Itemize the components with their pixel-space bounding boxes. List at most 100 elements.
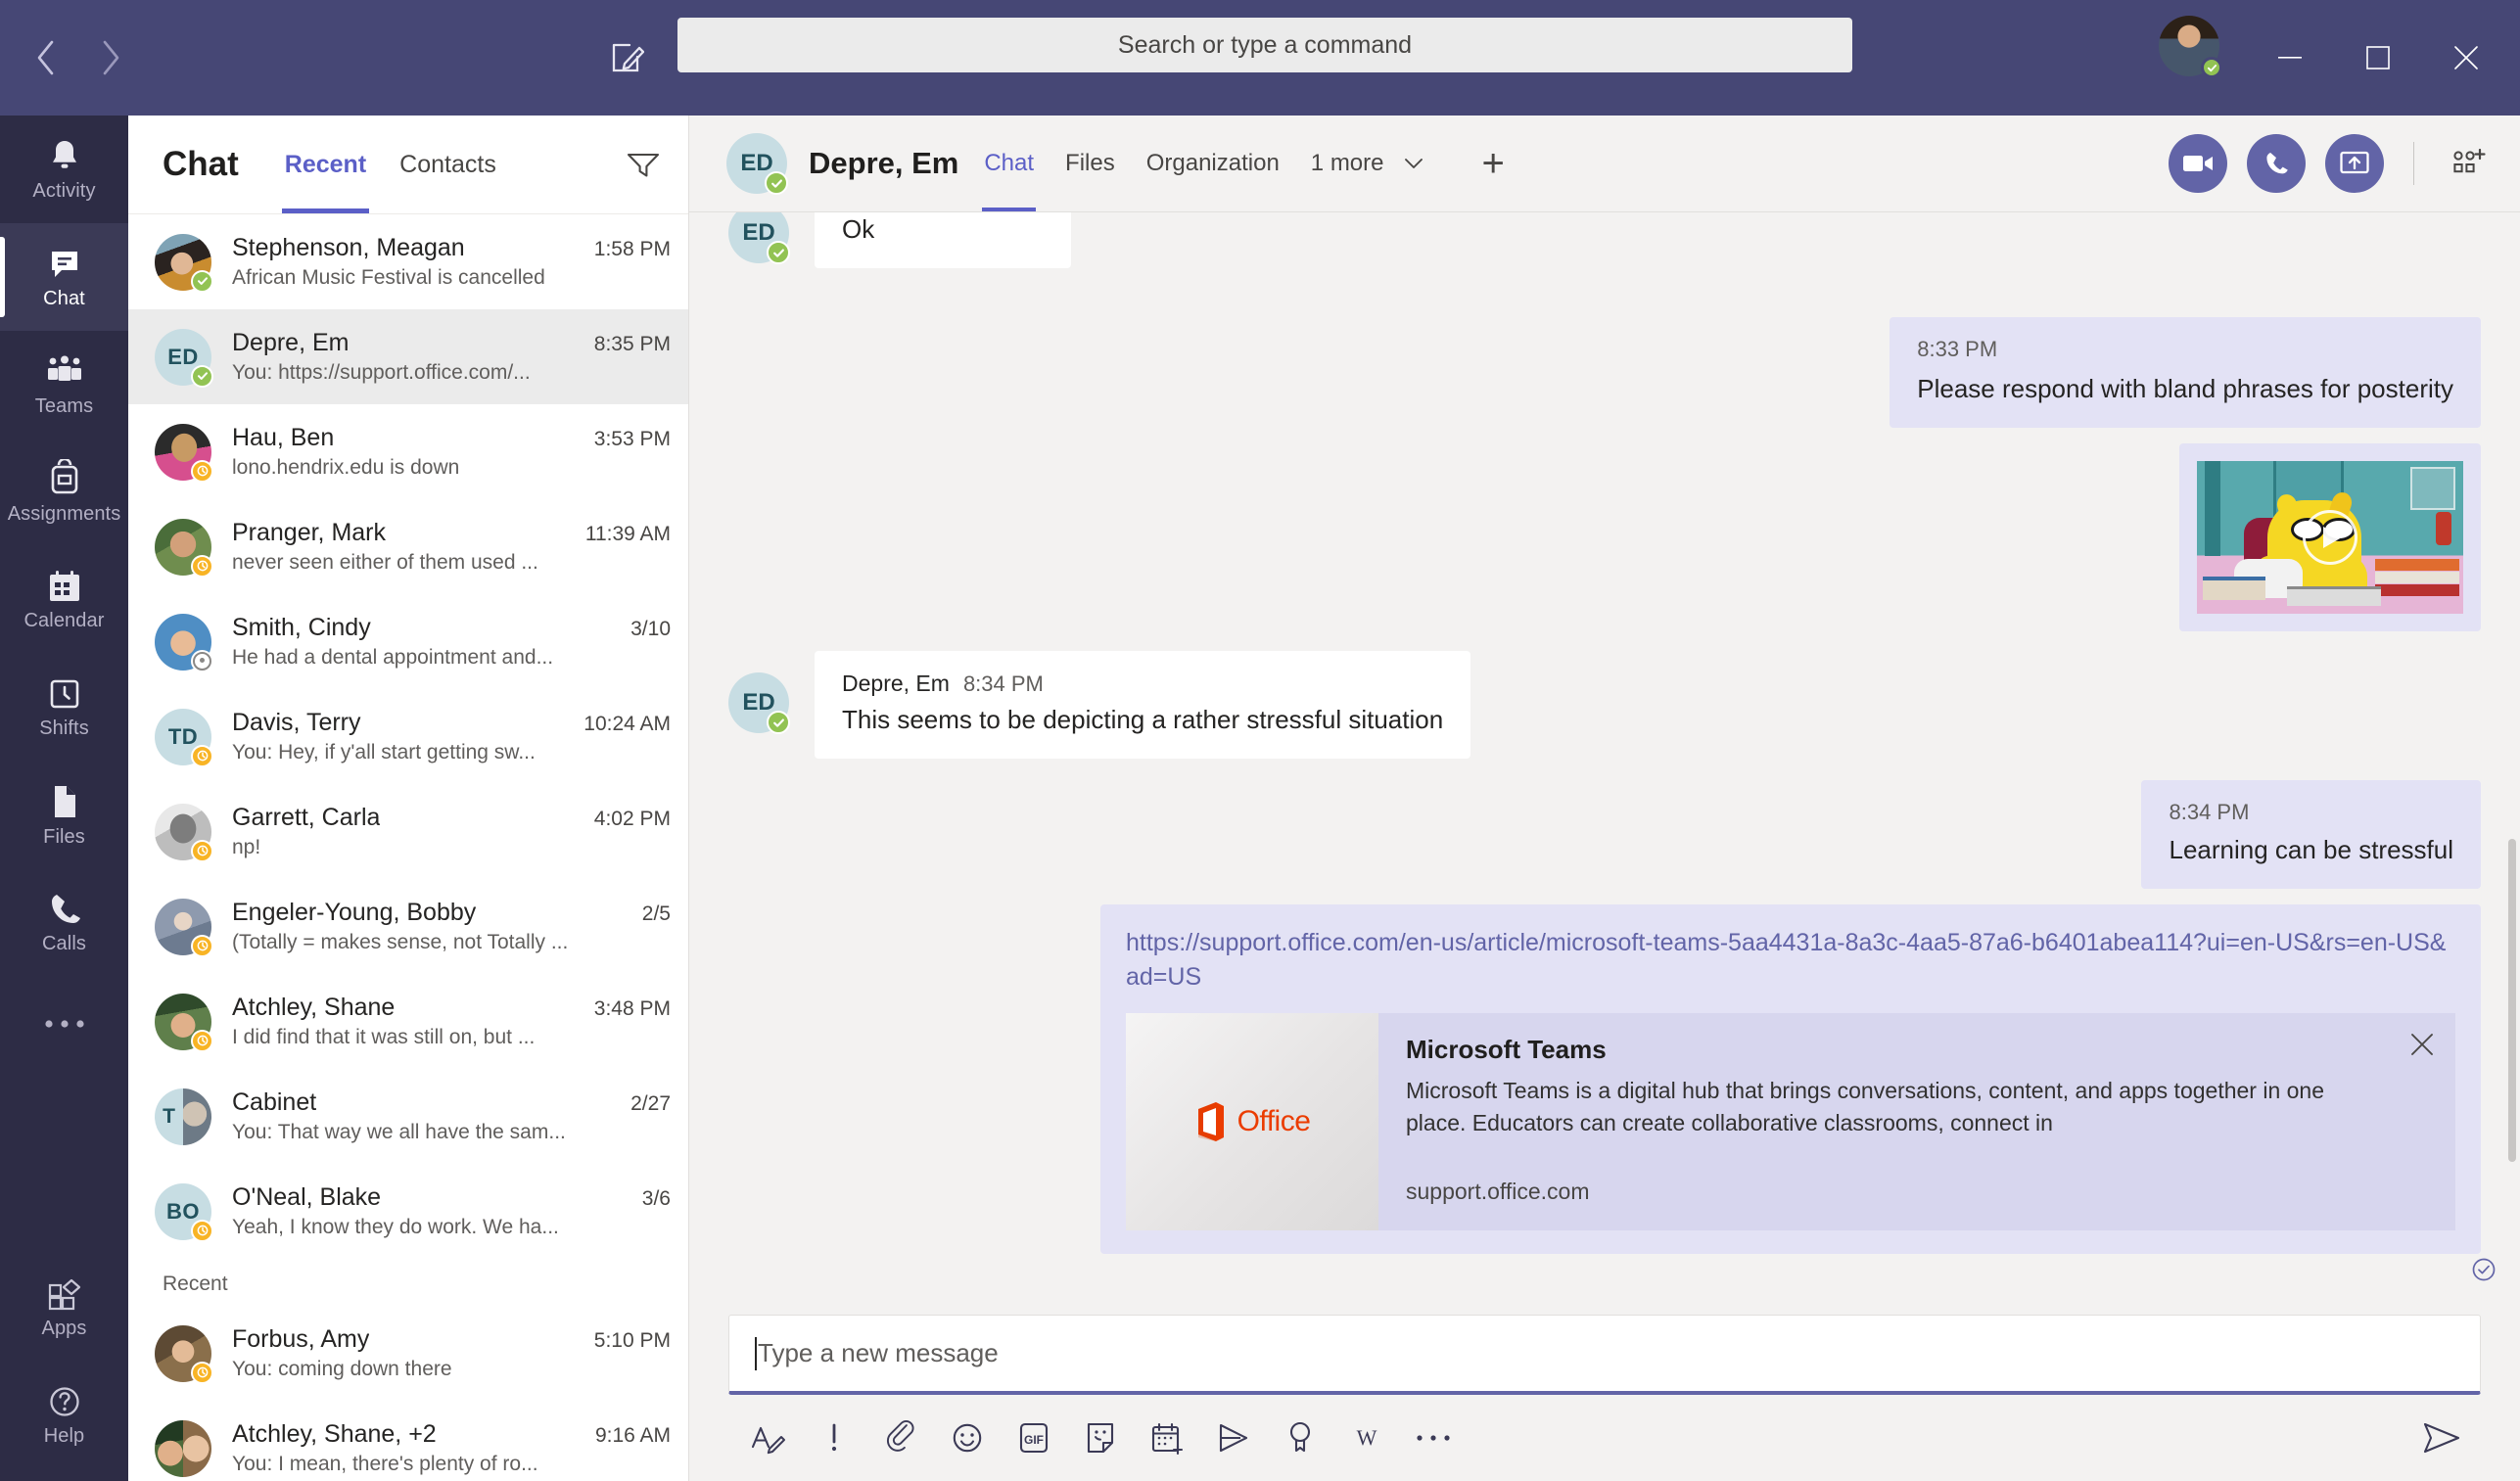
sidebar-item-teams[interactable]: Teams [0, 331, 128, 439]
list-item[interactable]: Engeler-Young, Bobby 2/5 (Totally = make… [128, 879, 688, 974]
gif-thumbnail[interactable] [2197, 461, 2463, 615]
gif-message-bubble[interactable] [2179, 443, 2481, 632]
presence-indicator [191, 554, 213, 578]
schedule-meeting-button[interactable] [1134, 1405, 1200, 1471]
list-item[interactable]: T Cabinet 2/27 You: That way we all have… [128, 1069, 688, 1164]
giphy-button[interactable]: GIF [1001, 1405, 1067, 1471]
video-call-button[interactable] [2169, 134, 2227, 193]
wikipedia-icon: W [1357, 1425, 1377, 1450]
attach-button[interactable] [867, 1405, 934, 1471]
sidebar-item-apps[interactable]: Apps [0, 1254, 128, 1362]
forward-button[interactable] [78, 25, 143, 90]
list-item[interactable]: BO O'Neal, Blake 3/6 Yeah, I know they d… [128, 1164, 688, 1259]
tab-contacts[interactable]: Contacts [397, 116, 499, 213]
list-item[interactable]: Pranger, Mark 11:39 AM never seen either… [128, 499, 688, 594]
sidebar-item-activity[interactable]: Activity [0, 116, 128, 223]
ellipsis-icon [1417, 1435, 1450, 1441]
message-bubble[interactable]: 8:34 PM Learning can be stressful [2141, 780, 2481, 890]
list-item-preview: never seen either of them used ... [232, 551, 538, 574]
sidebar-item-files[interactable]: Files [0, 762, 128, 869]
check-icon [2207, 64, 2217, 71]
sidebar-item-shifts[interactable]: Shifts [0, 654, 128, 762]
stream-button[interactable] [1200, 1405, 1267, 1471]
link-preview-card[interactable]: Office Microsoft Teams Microsoft Teams i… [1126, 1013, 2455, 1230]
new-chat-button[interactable] [595, 25, 660, 90]
list-item-preview: African Music Festival is cancelled [232, 266, 545, 289]
list-item-preview: Yeah, I know they do work. We ha... [232, 1216, 559, 1238]
sidebar-item-assignments[interactable]: Assignments [0, 439, 128, 546]
format-button[interactable] [734, 1405, 801, 1471]
play-button[interactable] [2303, 510, 2357, 566]
link-message-bubble[interactable]: https://support.office.com/en-us/article… [1100, 904, 2481, 1254]
list-item[interactable]: Forbus, Amy 5:10 PM You: coming down the… [128, 1306, 688, 1401]
ellipsis-icon [44, 1020, 84, 1028]
tab-files[interactable]: Files [1065, 116, 1115, 211]
tab-more-dropdown[interactable]: 1 more [1311, 116, 1423, 211]
list-item[interactable]: TD Davis, Terry 10:24 AM You: Hey, if y'… [128, 689, 688, 784]
chevron-down-icon [1404, 158, 1423, 168]
back-button[interactable] [14, 25, 78, 90]
sidebar-more-button[interactable] [0, 977, 128, 1071]
message-row: ED Depre, Em8:31 PM Ok [728, 212, 2481, 269]
clock-icon [197, 845, 208, 856]
add-people-button[interactable] [2444, 138, 2495, 189]
emoji-button[interactable] [934, 1405, 1001, 1471]
list-item-preview: lono.hendrix.edu is down [232, 456, 460, 479]
list-item[interactable]: Atchley, Shane 3:48 PM I did find that i… [128, 974, 688, 1069]
list-item-time: 1:58 PM [593, 238, 671, 260]
praise-button[interactable] [1267, 1405, 1333, 1471]
close-button[interactable] [2428, 0, 2504, 116]
maximize-button[interactable] [2340, 0, 2416, 116]
filter-button[interactable] [620, 141, 667, 188]
scrollbar-thumb[interactable] [2508, 839, 2516, 1162]
wikipedia-button[interactable]: W [1333, 1405, 1400, 1471]
message-link[interactable]: https://support.office.com/en-us/article… [1126, 926, 2455, 994]
message-bubble[interactable]: Depre, Em 8:34 PM This seems to be depict… [815, 651, 1471, 760]
sidebar-item-chat[interactable]: Chat [0, 223, 128, 331]
list-item[interactable]: Garrett, Carla 4:02 PM np! [128, 784, 688, 879]
list-item-name: Stephenson, Meagan [232, 234, 465, 261]
sidebar-item-help[interactable]: Help [0, 1362, 128, 1469]
send-button[interactable] [2408, 1405, 2475, 1471]
more-options-button[interactable] [1400, 1405, 1467, 1471]
message-bubble[interactable]: Depre, Em8:31 PM Ok [815, 212, 1071, 269]
chat-icon [51, 252, 77, 277]
sidebar-item-calendar[interactable]: Calendar [0, 546, 128, 654]
avatar: ED [728, 672, 790, 735]
calendar-add-icon [1151, 1422, 1184, 1456]
minimize-button[interactable] [2252, 0, 2328, 116]
message-row [728, 443, 2481, 632]
sidebar-item-label: Chat [43, 288, 85, 309]
delivery-options-button[interactable] [801, 1405, 867, 1471]
add-tab-button[interactable]: + [1482, 144, 1505, 183]
message-bubble[interactable]: 8:33 PM Please respond with bland phrase… [1890, 317, 2481, 429]
message-list[interactable]: ED Depre, Em8:31 PM Ok 8:33 PM Please re… [689, 211, 2520, 1293]
list-item[interactable]: Hau, Ben 3:53 PM lono.hendrix.edu is dow… [128, 404, 688, 499]
sidebar-item-calls[interactable]: Calls [0, 869, 128, 977]
message-input[interactable]: Type a new message [728, 1315, 2481, 1395]
list-item-text: Garrett, Carla 4:02 PM np! [232, 804, 671, 859]
compose-toolbar: GIF W [728, 1395, 2481, 1481]
list-item[interactable]: Stephenson, Meagan 1:58 PM African Music… [128, 214, 688, 309]
close-icon[interactable] [2408, 1031, 2436, 1064]
clock-icon [50, 679, 78, 709]
presence-indicator [191, 459, 213, 483]
list-item-time: 11:39 AM [584, 523, 671, 545]
tab-chat[interactable]: Chat [982, 116, 1036, 211]
message-seen-indicator [2471, 1257, 2497, 1287]
tab-recent[interactable]: Recent [281, 116, 370, 213]
app-rail: Activity Chat Teams Assignments Calendar… [0, 116, 128, 1481]
share-screen-button[interactable] [2325, 134, 2384, 193]
list-item-selected[interactable]: ED Depre, Em 8:35 PM You: https://suppor… [128, 309, 688, 404]
sticker-button[interactable] [1067, 1405, 1134, 1471]
list-item[interactable]: Atchley, Shane, +2 9:16 AM You: I mean, … [128, 1401, 688, 1481]
list-item-preview: You: That way we all have the sam... [232, 1121, 566, 1143]
search-input[interactable]: Search or type a command [677, 18, 1852, 72]
audio-call-button[interactable] [2247, 134, 2306, 193]
tab-organization[interactable]: Organization [1146, 116, 1280, 211]
close-x-icon [2411, 1034, 2433, 1056]
list-item[interactable]: Smith, Cindy 3/10 He had a dental appoin… [128, 594, 688, 689]
presence-indicator [191, 839, 213, 862]
page-title: Chat [163, 145, 239, 183]
sidebar-bottom: Apps Help [0, 1254, 128, 1469]
